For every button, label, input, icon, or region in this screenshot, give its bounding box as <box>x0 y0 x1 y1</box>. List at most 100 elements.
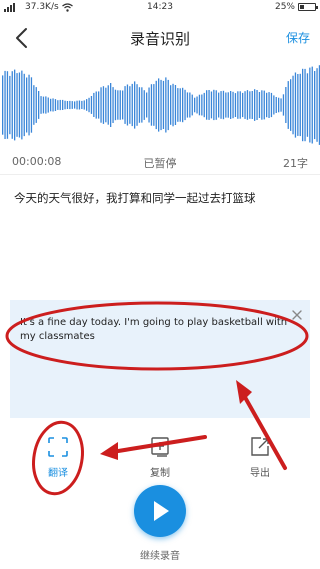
save-button[interactable]: 保存 <box>286 29 310 46</box>
copy-label: 复制 <box>150 468 170 479</box>
waveform-bar <box>57 100 59 110</box>
header: 录音识别 保存 <box>0 16 320 60</box>
waveform-bar <box>256 90 258 120</box>
waveform-bar <box>196 96 198 114</box>
waveform-bar <box>160 79 162 131</box>
waveform-bar <box>122 90 124 120</box>
continue-recording-label: 继续录音 <box>140 551 180 562</box>
waveform-bar <box>230 91 232 119</box>
waveform-bar <box>76 100 78 110</box>
waveform-bar <box>246 90 249 120</box>
waveform-bar <box>131 83 133 127</box>
close-icon[interactable] <box>290 308 304 322</box>
waveform-bar <box>237 91 239 119</box>
waveform-bar <box>232 91 234 119</box>
waveform-bar <box>203 92 205 118</box>
waveform-bar <box>297 74 299 136</box>
waveform-bar <box>30 77 33 133</box>
waveform-bar <box>227 92 229 118</box>
waveform-bar <box>208 90 210 120</box>
waveform-bar <box>268 92 270 118</box>
continue-recording-button[interactable] <box>134 485 186 537</box>
waveform-bar <box>282 94 285 116</box>
waveform-bar <box>258 92 261 118</box>
waveform-bar <box>59 99 61 111</box>
waveform-bar <box>186 92 189 118</box>
waveform-bar <box>210 91 213 119</box>
waveform-bar <box>302 68 304 142</box>
copy-icon <box>151 437 169 457</box>
waveform-bar <box>126 84 129 126</box>
waveform-bar <box>177 88 179 122</box>
waveform-bar <box>95 91 97 119</box>
status-time: 14:23 <box>147 2 173 12</box>
waveform-bar <box>218 92 220 118</box>
waveform-bar <box>38 91 40 119</box>
waveform-bar <box>45 96 47 114</box>
waveform-bar <box>74 101 76 109</box>
translate-button[interactable]: 翻译 <box>28 436 88 479</box>
waveform-bar <box>280 98 282 112</box>
waveform-bar <box>201 94 203 116</box>
waveform-bar <box>83 100 85 110</box>
waveform-bar <box>90 96 93 114</box>
annotation-arrowhead-left <box>100 442 118 460</box>
waveform-bar <box>11 71 13 139</box>
waveform-bar <box>162 80 165 129</box>
waveform-bar <box>129 86 131 124</box>
waveform-bar <box>287 81 289 129</box>
waveform-bar <box>28 74 30 136</box>
waveform-bar <box>4 70 6 139</box>
page-title: 录音识别 <box>129 30 190 48</box>
waveform-bar <box>306 73 309 137</box>
waveform-bar <box>213 89 215 121</box>
waveform-bar <box>107 85 109 125</box>
waveform-bar <box>206 90 208 120</box>
status-bar: 37.3K/s 14:23 25% <box>0 0 320 16</box>
waveform-bar <box>143 90 145 120</box>
waveform-bar <box>220 91 222 119</box>
waveform-bar <box>42 96 45 114</box>
waveform-bar <box>311 66 313 144</box>
waveform-bar <box>225 92 227 118</box>
recognized-text: 今天的天气很好，我打算和同学一起过去打篮球 <box>14 191 256 205</box>
play-icon <box>154 501 169 521</box>
waveform-bar <box>285 87 287 123</box>
export-label: 导出 <box>250 468 270 479</box>
translation-box[interactable]: It's a fine day today. I'm going to play… <box>10 300 310 418</box>
waveform-bar <box>244 91 246 119</box>
copy-button[interactable]: 复制 <box>130 436 190 479</box>
waveform-bar <box>184 89 186 121</box>
waveform-bar <box>2 75 4 135</box>
waveform-bar <box>98 91 100 119</box>
waveform-bar <box>266 92 268 118</box>
waveform-bar <box>26 77 28 133</box>
waveform-bar <box>153 84 155 126</box>
waveform-bar <box>21 70 23 140</box>
export-button[interactable]: 导出 <box>230 436 290 479</box>
waveform-bar <box>189 92 191 118</box>
waveform-bar <box>294 72 297 138</box>
waveform-bar <box>273 95 275 115</box>
waveform-bar <box>40 96 42 114</box>
waveform-bar <box>155 80 157 130</box>
waveform-bar <box>234 93 237 117</box>
waveform-bar <box>261 90 263 120</box>
waveform-bar <box>18 72 21 138</box>
waveform-bar <box>158 78 160 132</box>
waveform-bar <box>6 71 9 139</box>
battery-percent: 25% <box>274 2 295 12</box>
translation-text: It's a fine day today. I'm going to play… <box>20 317 288 342</box>
waveform-bar <box>309 67 311 143</box>
waveform-bar <box>174 85 177 125</box>
waveform-bar <box>62 99 64 110</box>
recording-state: 已暂停 <box>143 157 177 170</box>
battery-fill <box>300 5 304 9</box>
waveform-bar <box>81 100 83 109</box>
waveform-bar <box>112 87 114 123</box>
waveform-bar <box>23 73 25 137</box>
waveform-bar <box>124 86 126 124</box>
waveform-bar <box>170 85 172 125</box>
recognized-text-area[interactable]: 今天的天气很好，我打算和同学一起过去打篮球 <box>0 176 320 300</box>
waveform-bar <box>299 73 301 137</box>
